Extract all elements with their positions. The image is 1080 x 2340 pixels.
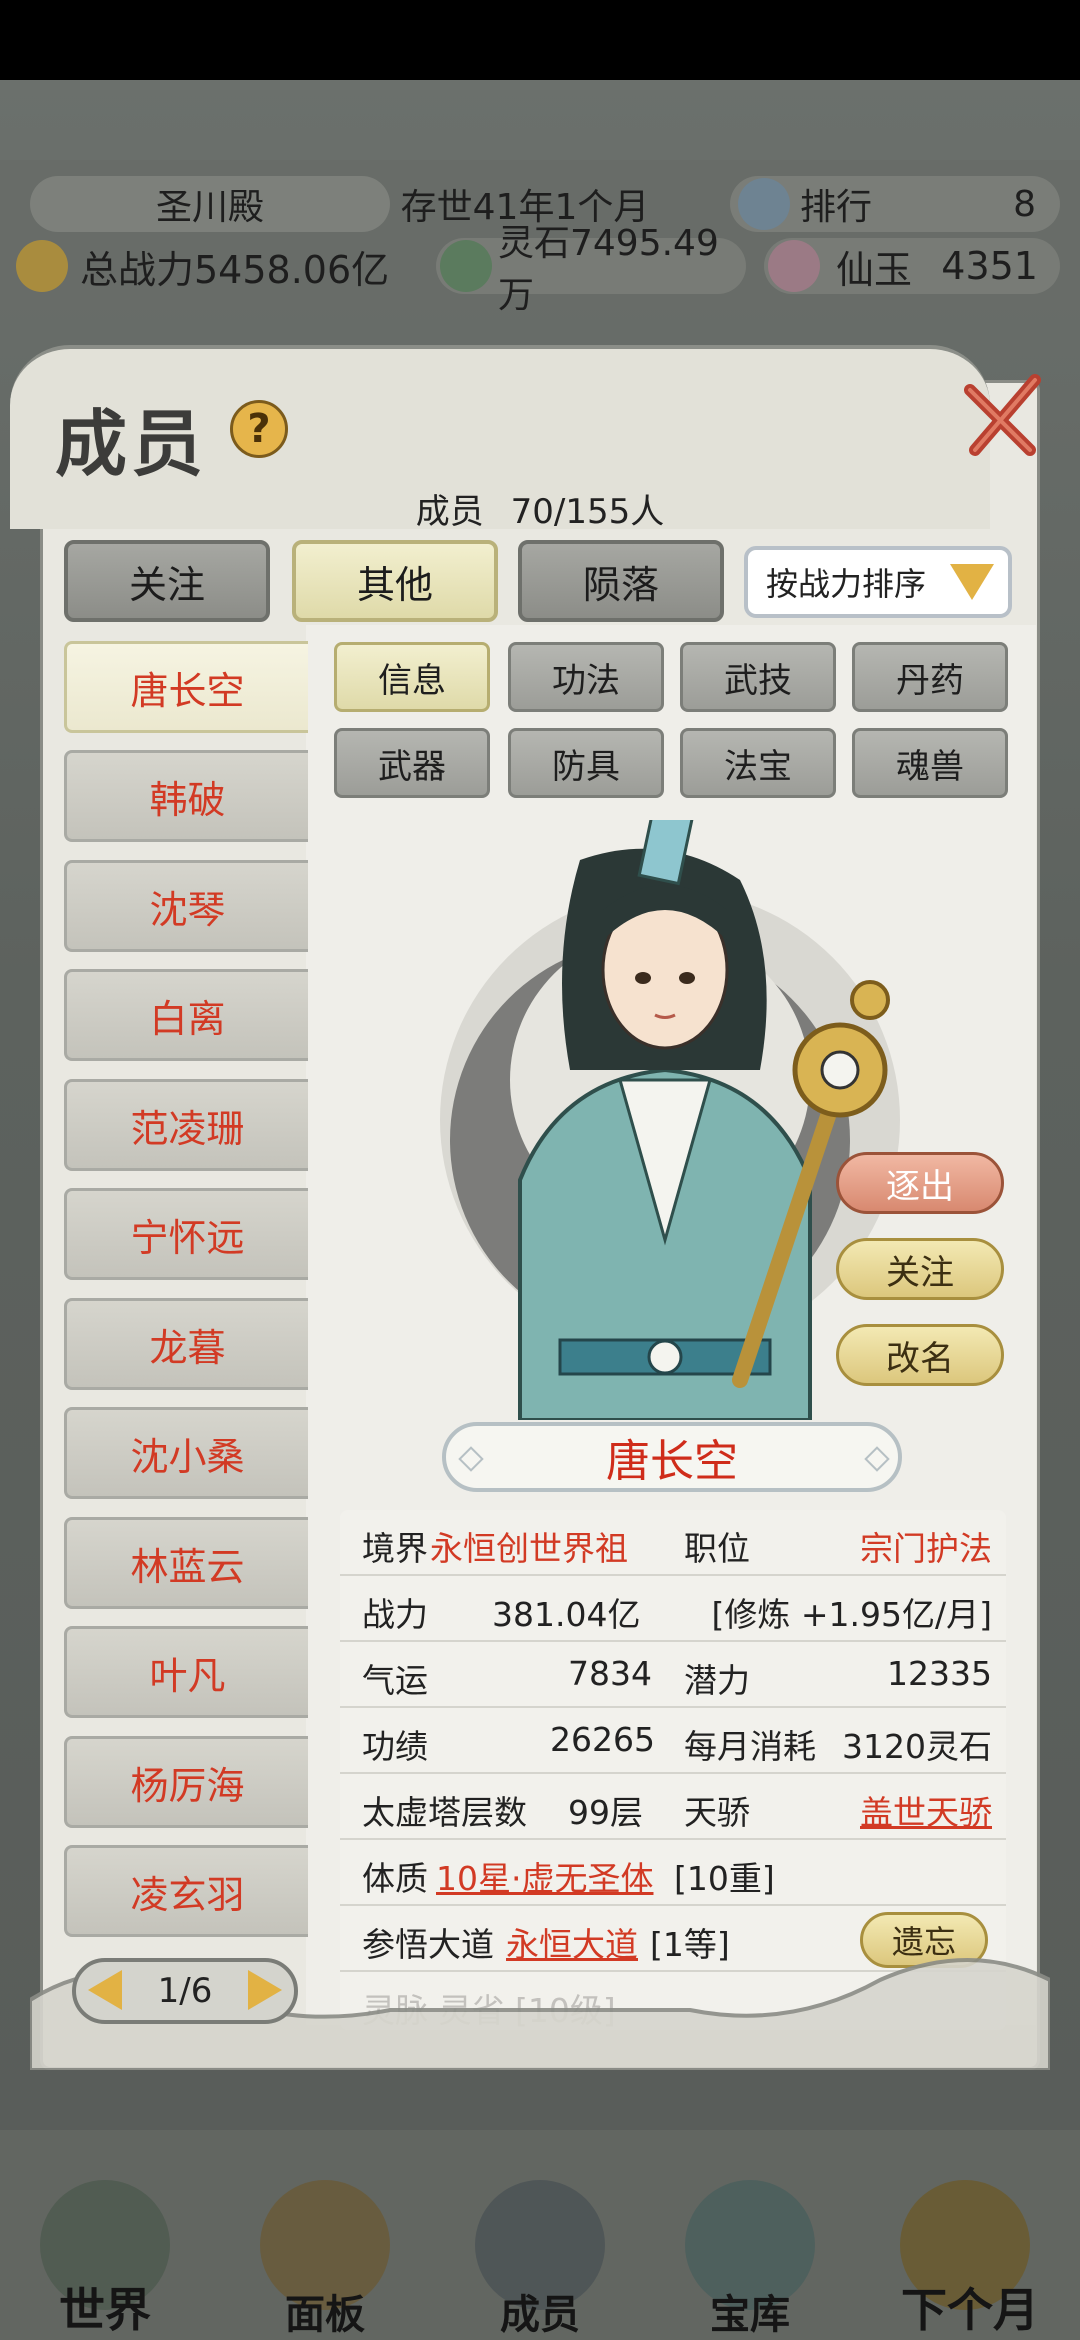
character-name: 唐长空 <box>442 1422 902 1492</box>
nav-treasury[interactable]: 宝库 <box>655 2140 845 2340</box>
close-icon[interactable] <box>960 370 1050 460</box>
panel-title: 成员 <box>55 401 208 486</box>
subtab-armor[interactable]: 防具 <box>508 728 664 798</box>
nav-next-month[interactable]: 下个月 <box>870 2140 1070 2340</box>
nav-members[interactable]: 成员 <box>445 2140 635 2340</box>
member-item[interactable]: 杨厉海 <box>64 1736 308 1828</box>
member-item[interactable]: 白离 <box>64 969 308 1061</box>
member-count-label: 成员 <box>415 492 484 532</box>
jade-icon <box>768 240 820 292</box>
jade-label: 仙玉 <box>836 247 913 292</box>
sort-dropdown[interactable]: 按战力排序 <box>744 546 1012 618</box>
member-item[interactable]: 叶凡 <box>64 1626 308 1718</box>
subtab-weapon[interactable]: 武器 <box>334 728 490 798</box>
member-item[interactable]: 宁怀远 <box>64 1188 308 1280</box>
realm-label: 境界 <box>362 1529 428 1568</box>
position-value: 宗门护法 <box>860 1529 992 1568</box>
tower-value: 99层 <box>568 1793 643 1832</box>
subtab-pills[interactable]: 丹药 <box>852 642 1008 712</box>
luck-value: 7834 <box>568 1654 652 1693</box>
member-item[interactable]: 范凌珊 <box>64 1079 308 1171</box>
info-row-tower: 太虚塔层数 99层 天骄 盖世天骄 <box>340 1774 1006 1840</box>
subtab-beast[interactable]: 魂兽 <box>852 728 1008 798</box>
monthly-cost-label: 每月消耗 <box>684 1727 816 1766</box>
power-value: 381.04亿 <box>492 1595 641 1634</box>
realm-value: 永恒创世界祖 <box>430 1529 628 1568</box>
member-item[interactable]: 沈琴 <box>64 860 308 952</box>
info-row-merit: 功绩 26265 每月消耗 3120灵石 <box>340 1708 1006 1774</box>
jade-value: 4351 <box>941 244 1038 288</box>
member-item[interactable]: 林蓝云 <box>64 1517 308 1609</box>
cultivation-rate: [修炼 +1.95亿/月] <box>711 1595 992 1634</box>
nav-members-label: 成员 <box>500 2292 580 2338</box>
subtab-info[interactable]: 信息 <box>334 642 490 712</box>
info-row-physique: 体质 10星·虚无圣体 [10重] <box>340 1840 1006 1906</box>
total-power: 总战力5458.06亿 <box>80 247 390 292</box>
next-page-icon[interactable] <box>248 1970 282 2010</box>
sort-label: 按战力排序 <box>766 565 927 603</box>
expel-button[interactable]: 逐出 <box>836 1152 1004 1214</box>
physique-label: 体质 <box>362 1859 428 1898</box>
status-bar <box>0 0 1080 80</box>
merit-value: 26265 <box>550 1720 655 1759</box>
member-item[interactable]: 唐长空 <box>64 641 308 733</box>
member-count: 成员 70/155人 <box>0 484 1080 533</box>
merit-label: 功绩 <box>362 1727 428 1766</box>
subtab-artifact[interactable]: 法宝 <box>680 728 836 798</box>
tab-follow[interactable]: 关注 <box>64 540 270 622</box>
info-row-realm: 境界 永恒创世界祖 职位 宗门护法 <box>340 1510 1006 1576</box>
nav-next-month-label: 下个月 <box>901 2283 1039 2337</box>
potential-value: 12335 <box>887 1654 992 1693</box>
rank-label: 排行 <box>800 187 873 228</box>
nav-world[interactable]: 世界 <box>10 2140 200 2340</box>
nav-panel-label: 面板 <box>285 2292 365 2338</box>
member-item[interactable]: 龙暮 <box>64 1298 308 1390</box>
monthly-cost-value: 3120灵石 <box>842 1727 992 1766</box>
potential-label: 潜力 <box>684 1661 750 1700</box>
position-label: 职位 <box>684 1529 750 1568</box>
prev-page-icon[interactable] <box>88 1970 122 2010</box>
power-label: 战力 <box>362 1595 428 1634</box>
spirit-stone-icon <box>440 240 492 292</box>
tower-label: 太虚塔层数 <box>362 1793 527 1832</box>
subtab-skills[interactable]: 功法 <box>508 642 664 712</box>
tab-fallen[interactable]: 陨落 <box>518 540 724 622</box>
follow-button[interactable]: 关注 <box>836 1238 1004 1300</box>
member-item[interactable]: 韩破 <box>64 750 308 842</box>
info-row-luck: 气运 7834 潜力 12335 <box>340 1642 1006 1708</box>
rename-button[interactable]: 改名 <box>836 1324 1004 1386</box>
subtab-martial[interactable]: 武技 <box>680 642 836 712</box>
talent-label: 天骄 <box>684 1793 750 1832</box>
talent-value[interactable]: 盖世天骄 <box>860 1786 992 1834</box>
info-row-power: 战力 381.04亿 [修炼 +1.95亿/月] <box>340 1576 1006 1642</box>
member-count-value: 70/155人 <box>510 492 665 532</box>
nav-panel[interactable]: 面板 <box>230 2140 420 2340</box>
member-item[interactable]: 沈小桑 <box>64 1407 308 1499</box>
nav-world-label: 世界 <box>59 2283 151 2337</box>
tab-other[interactable]: 其他 <box>292 540 498 622</box>
sect-name: 圣川殿 <box>30 176 390 232</box>
nav-treasury-label: 宝库 <box>710 2292 790 2338</box>
member-item[interactable]: 凌玄羽 <box>64 1845 308 1937</box>
physique-value[interactable]: 10星·虚无圣体 <box>436 1852 653 1900</box>
rank-value: 8 <box>1013 183 1036 225</box>
help-icon[interactable]: ? <box>230 400 288 458</box>
dropdown-arrow-icon <box>950 564 994 600</box>
power-icon <box>16 240 68 292</box>
physique-level: [10重] <box>674 1859 775 1898</box>
luck-label: 气运 <box>362 1661 428 1700</box>
